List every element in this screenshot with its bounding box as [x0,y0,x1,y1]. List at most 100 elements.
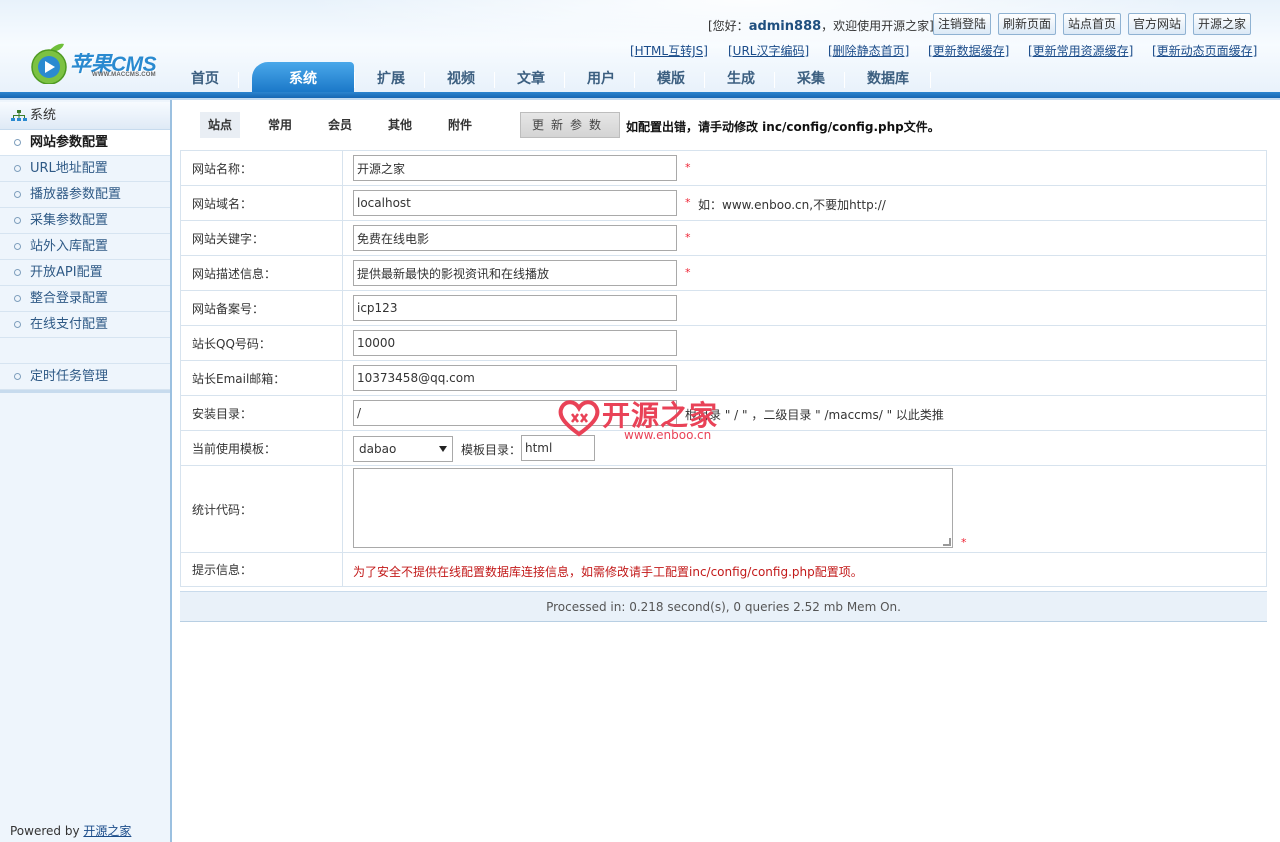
nav-video[interactable]: 视频 [430,66,492,92]
admin-email-input[interactable] [353,365,677,391]
site-name-label: 网站名称： [181,151,343,185]
tab-member[interactable]: 会员 [320,112,360,138]
tab-attachment[interactable]: 附件 [440,112,480,138]
site-icp-input[interactable] [353,295,677,321]
stats-code-textarea[interactable] [353,468,953,548]
sitemap-icon [11,110,27,121]
update-dynamic-cache-link[interactable]: [更新动态页面缓存] [1152,42,1257,59]
update-params-button[interactable]: 更新参数 [520,112,620,138]
sidebar-item-timer-tasks[interactable]: 定时任务管理 [0,364,170,390]
site-description-input[interactable] [353,260,677,286]
stats-code-label: 统计代码： [181,466,343,552]
header-bar-shadow [0,98,1280,100]
sidebar-item-player-config[interactable]: 播放器参数配置 [0,182,170,208]
update-resource-cache-link[interactable]: [更新常用资源缓存] [1028,42,1133,59]
template-dir-label: 模板目录： [461,443,522,457]
sidebar-title: 系统 [30,108,57,123]
nav-user[interactable]: 用户 [570,66,632,92]
bullet-circle-icon [14,217,21,224]
powered-by-link[interactable]: 开源之家 [83,824,131,838]
site-icp-label: 网站备案号： [181,291,343,325]
required-mark: * [685,266,691,279]
sidebar-item-payment-config[interactable]: 在线支付配置 [0,312,170,338]
notice-label: 提示信息： [181,553,343,586]
welcome-text: [您好：admin888，欢迎使用开源之家] [708,19,934,34]
nav-extend[interactable]: 扩展 [360,66,422,92]
required-mark: * [961,536,967,549]
sidebar-divider [0,390,170,393]
nav-collect[interactable]: 采集 [780,66,842,92]
sidebar-item-api-config[interactable]: 开放API配置 [0,260,170,286]
powered-by: Powered by 开源之家 [10,824,132,838]
nav-database[interactable]: 数据库 [850,66,926,92]
site-domain-input[interactable] [353,190,677,216]
apple-logo-icon [31,43,67,84]
nav-separator [238,72,239,88]
brand-url: WWW.MACCMS.COM [92,72,156,78]
sidebar-item-import-config[interactable]: 站外入库配置 [0,234,170,260]
required-mark: * [685,231,691,244]
nav-separator [634,72,635,88]
nav-article[interactable]: 文章 [500,66,562,92]
sidebar: 系统 网站参数配置 URL地址配置 播放器参数配置 采集参数配置 站外入库配置 … [0,100,172,842]
site-description-label: 网站描述信息： [181,256,343,290]
form-row-stats-code: 统计代码： * [181,466,1266,553]
nav-template[interactable]: 模版 [640,66,702,92]
admin-qq-label: 站长QQ号码： [181,326,343,360]
template-select[interactable]: dabao [353,436,453,462]
update-tip: 如配置出错，请手动修改 inc/config/config.php文件。 [626,120,940,134]
admin-email-label: 站长Email邮箱： [181,361,343,395]
refresh-page-button[interactable]: 刷新页面 [998,13,1057,35]
nav-home[interactable]: 首页 [180,66,230,92]
logout-button[interactable]: 注销登陆 [933,13,992,35]
nav-generate[interactable]: 生成 [710,66,772,92]
site-config-form: 网站名称： * 网站域名： * 如：www.enboo.cn,不要加http:/… [180,150,1267,587]
nav-separator [774,72,775,88]
sidebar-item-url-config[interactable]: URL地址配置 [0,156,170,182]
tab-other[interactable]: 其他 [380,112,420,138]
url-encode-link[interactable]: [URL汉字编码] [728,42,809,59]
footer-processed-info: Processed in: 0.218 second(s), 0 queries… [180,591,1267,622]
sidebar-spacer [0,338,170,364]
sidebar-item-site-config[interactable]: 网站参数配置 [0,130,170,156]
official-site-button[interactable]: 官方网站 [1128,13,1187,35]
form-row-install-dir: 安装目录： 根目录 " / " ，二级目录 " /maccms/ " 以此类推 [181,396,1266,431]
nav-separator [564,72,565,88]
form-row-admin-qq: 站长QQ号码： [181,326,1266,361]
bullet-circle-icon [14,191,21,198]
nav-separator [844,72,845,88]
site-name-input[interactable] [353,155,677,181]
nav-separator [424,72,425,88]
site-keywords-label: 网站关键字： [181,221,343,255]
resize-grip-icon[interactable] [943,538,951,546]
form-row-notice: 提示信息： 为了安全不提供在线配置数据库连接信息，如需修改请手工配置inc/co… [181,553,1266,587]
form-row-site-name: 网站名称： * [181,151,1266,186]
html-to-js-link[interactable]: [HTML互转JS] [630,42,708,59]
site-domain-hint: 如：www.enboo.cn,不要加http:// [698,198,886,212]
form-row-site-description: 网站描述信息： * [181,256,1266,291]
bullet-circle-icon [14,269,21,276]
sidebar-item-collect-config[interactable]: 采集参数配置 [0,208,170,234]
admin-qq-input[interactable] [353,330,677,356]
delete-static-home-link[interactable]: [删除静态首页] [828,42,909,59]
nav-separator [354,72,355,88]
install-dir-input[interactable] [353,400,677,426]
sidebar-item-login-config[interactable]: 整合登录配置 [0,286,170,312]
enboo-site-button[interactable]: 开源之家 [1193,13,1252,35]
username: admin888 [748,19,822,34]
update-data-cache-link[interactable]: [更新数据缓存] [928,42,1009,59]
bullet-circle-icon [14,321,21,328]
form-row-template: 当前使用模板： dabao 模板目录： [181,431,1266,466]
install-dir-label: 安装目录： [181,396,343,430]
tab-site[interactable]: 站点 [200,112,240,138]
nav-system[interactable]: 系统 [252,62,354,92]
nav-separator [930,72,931,88]
bullet-circle-icon [14,295,21,302]
template-dir-input[interactable] [521,435,595,461]
tab-common[interactable]: 常用 [260,112,300,138]
sidebar-section-system[interactable]: 系统 [0,102,170,130]
site-home-button[interactable]: 站点首页 [1063,13,1122,35]
site-keywords-input[interactable] [353,225,677,251]
install-dir-hint: 根目录 " / " ，二级目录 " /maccms/ " 以此类推 [685,408,944,422]
notice-text: 为了安全不提供在线配置数据库连接信息，如需修改请手工配置inc/config/c… [353,565,863,579]
